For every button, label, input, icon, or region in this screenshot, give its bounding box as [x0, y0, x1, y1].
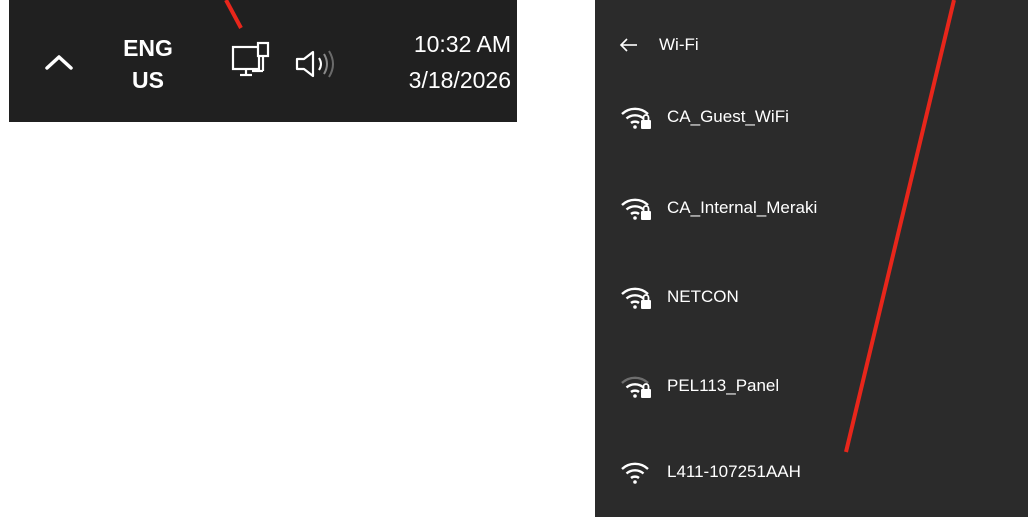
language-code: ENG	[123, 35, 173, 61]
chevron-up-icon[interactable]	[42, 50, 76, 74]
speaker-icon[interactable]	[291, 48, 341, 80]
wired-network-icon[interactable]	[230, 41, 274, 83]
wifi-network-item[interactable]: NETCON	[619, 277, 919, 317]
wifi-network-name: CA_Internal_Meraki	[667, 198, 818, 217]
wifi-network-item[interactable]: CA_Internal_Meraki	[619, 188, 919, 228]
language-indicator[interactable]: ENG US	[113, 32, 183, 96]
wifi-flyout: Wi-Fi CA_Guest_WiFi CA_Internal_Meraki N…	[595, 0, 1028, 517]
back-arrow-icon[interactable]	[619, 38, 639, 52]
wifi-network-item[interactable]: CA_Guest_WiFi	[619, 97, 919, 137]
clock-date: 3/18/2026	[408, 67, 511, 93]
wifi-network-name: NETCON	[667, 287, 739, 306]
wifi-network-name: CA_Guest_WiFi	[667, 107, 789, 126]
wifi-icon	[621, 462, 649, 484]
wifi-network-name: L411-107251AAH	[667, 462, 801, 481]
clock-time: 10:32 AM	[413, 31, 511, 57]
clock[interactable]: 10:32 AM 3/18/2026	[409, 26, 511, 98]
taskbar: ENG US 10:32 AM 3/18/2026	[9, 0, 517, 122]
wifi-network-item[interactable]: L411-107251AAH	[619, 452, 919, 492]
secured-wifi-icon	[621, 107, 651, 129]
wifi-header: Wi-Fi	[619, 30, 699, 60]
secured-wifi-weak-icon	[621, 376, 651, 398]
wifi-network-item[interactable]: PEL113_Panel	[619, 366, 919, 406]
region-code: US	[132, 67, 164, 93]
secured-wifi-icon	[621, 198, 651, 220]
secured-wifi-icon	[621, 287, 651, 309]
wifi-title: Wi-Fi	[659, 35, 699, 54]
wifi-network-name: PEL113_Panel	[667, 376, 780, 395]
